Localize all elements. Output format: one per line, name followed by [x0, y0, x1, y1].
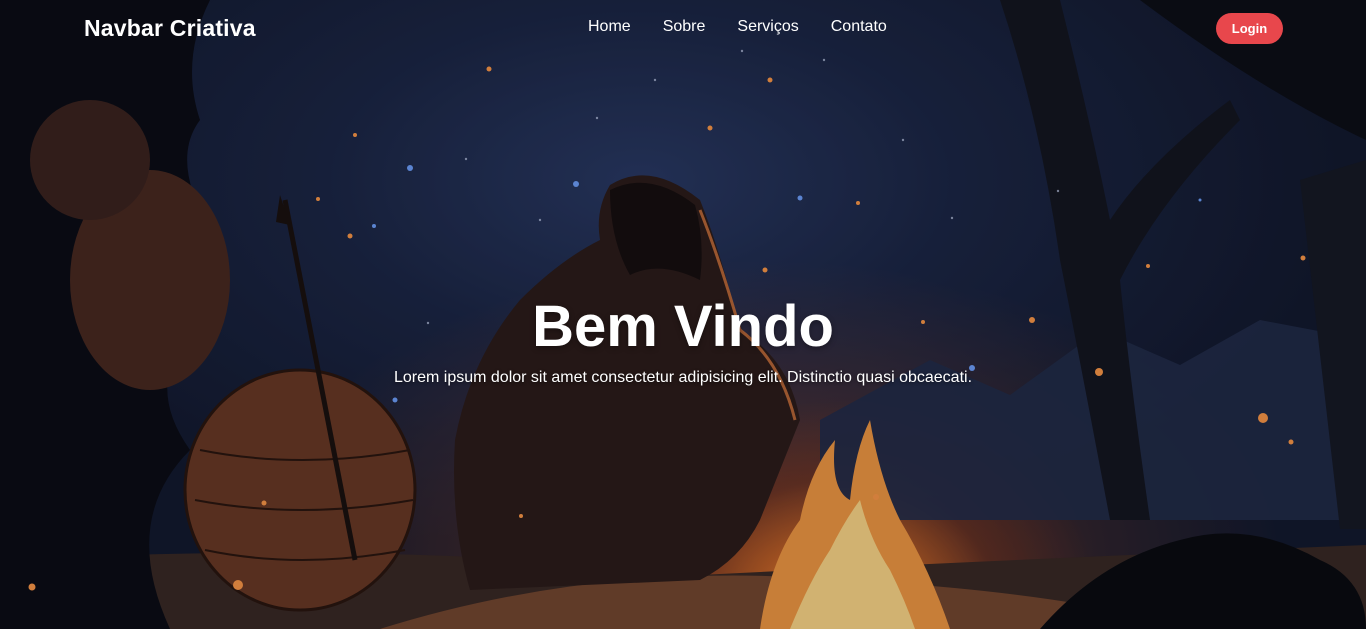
nav-link-home[interactable]: Home	[588, 18, 631, 36]
brand-logo[interactable]: Navbar Criativa	[84, 15, 256, 42]
nav-link-sobre[interactable]: Sobre	[663, 18, 706, 36]
navbar: Navbar Criativa Home Sobre Serviços Cont…	[0, 0, 1366, 56]
nav-link-contato[interactable]: Contato	[831, 18, 887, 36]
nav-links: Home Sobre Serviços Contato	[588, 18, 887, 36]
hero-content: Bem Vindo Lorem ipsum dolor sit amet con…	[0, 292, 1366, 388]
hero-title: Bem Vindo	[532, 294, 834, 359]
login-button[interactable]: Login	[1216, 13, 1283, 44]
hero-subtitle: Lorem ipsum dolor sit amet consectetur a…	[393, 369, 973, 386]
hero-section: Navbar Criativa Home Sobre Serviços Cont…	[0, 0, 1366, 629]
nav-link-servicos[interactable]: Serviços	[737, 18, 798, 36]
